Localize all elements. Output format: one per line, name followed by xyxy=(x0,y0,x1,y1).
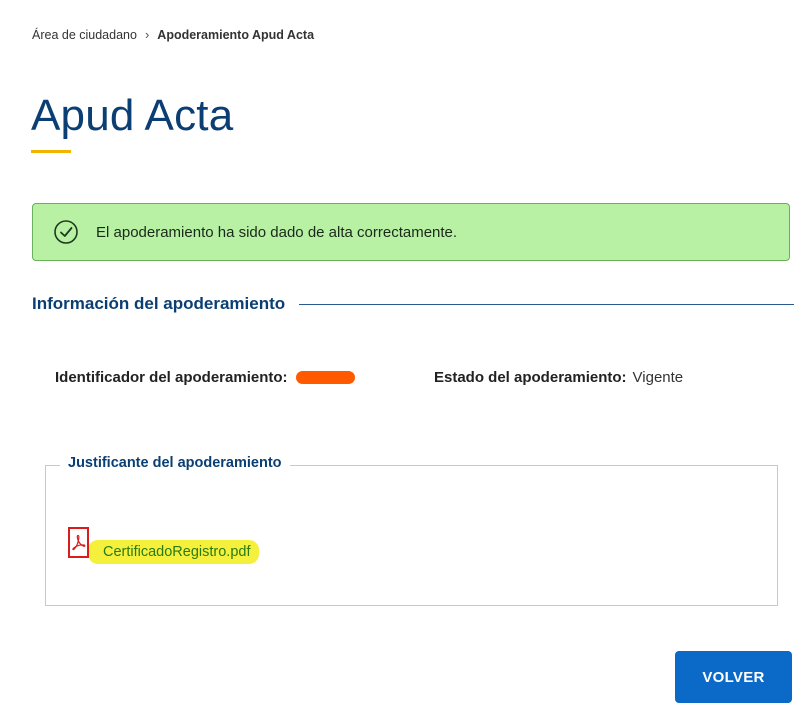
state-field: Estado del apoderamiento: Vigente xyxy=(434,369,683,386)
identifier-value-redacted xyxy=(295,371,355,384)
success-alert: El apoderamiento ha sido dado de alta co… xyxy=(32,203,790,261)
state-label: Estado del apoderamiento: xyxy=(434,369,627,386)
justificante-legend: Justificante del apoderamiento xyxy=(60,455,290,471)
check-circle-icon xyxy=(53,219,79,245)
state-value: Vigente xyxy=(632,369,684,386)
pdf-icon[interactable] xyxy=(68,527,89,558)
breadcrumb-current: Apoderamiento Apud Acta xyxy=(157,27,315,42)
identifier-label: Identificador del apoderamiento: xyxy=(55,369,288,386)
volver-button[interactable]: VOLVER xyxy=(675,651,792,703)
page-title: Apud Acta xyxy=(31,91,234,140)
breadcrumb-separator: › xyxy=(144,27,150,42)
pdf-file-name: CertificadoRegistro.pdf xyxy=(103,544,251,560)
title-underline xyxy=(31,150,71,153)
breadcrumb: Área de ciudadano › Apoderamiento Apud A… xyxy=(32,27,314,42)
info-section-header: Información del apoderamiento xyxy=(32,292,794,316)
info-section-title: Información del apoderamiento xyxy=(32,294,286,313)
breadcrumb-home-link[interactable]: Área de ciudadano xyxy=(32,28,137,42)
pdf-download-link[interactable]: CertificadoRegistro.pdf xyxy=(88,540,259,564)
success-message: El apoderamiento ha sido dado de alta co… xyxy=(96,223,458,241)
identifier-field: Identificador del apoderamiento: xyxy=(55,369,355,386)
section-divider xyxy=(299,303,794,305)
justificante-fieldset xyxy=(45,465,778,606)
